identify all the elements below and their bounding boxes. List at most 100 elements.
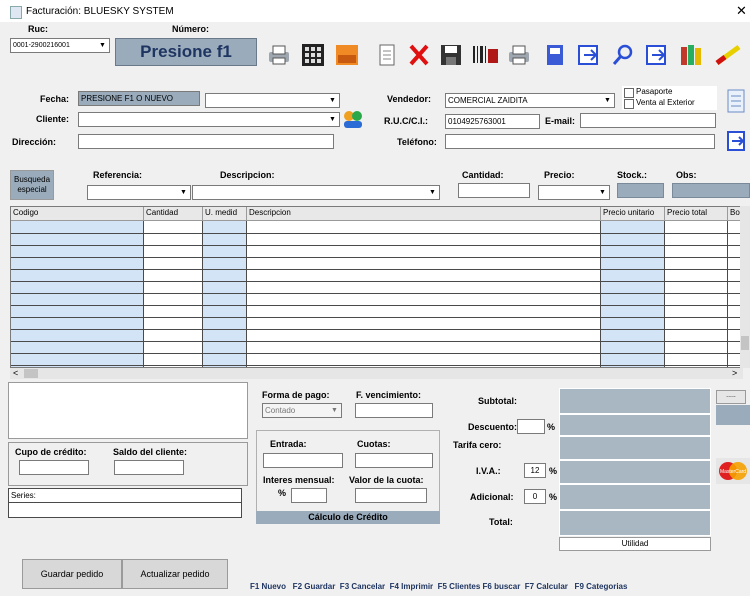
precio-label: Precio: (544, 170, 575, 180)
catalog-icon[interactable] (332, 40, 362, 70)
items-grid[interactable]: Codigo Cantidad U. medid Descripcion Pre… (10, 206, 743, 368)
notes-area[interactable] (8, 382, 248, 439)
mastercard-icon[interactable]: MasterCard (716, 458, 750, 484)
vendedor-select[interactable]: COMERCIAL ZAIDITA ▼ (445, 93, 615, 108)
guardar-pedido-button[interactable]: Guardar pedido (22, 559, 122, 589)
ruc-select[interactable]: 0001-2900216001 ▼ (10, 38, 110, 53)
credit-calc-panel: Entrada: Cuotas: Interes mensual: % Valo… (256, 430, 440, 524)
edit-arrow-icon[interactable] (574, 40, 604, 70)
precio-select[interactable]: ▼ (538, 185, 610, 200)
table-row[interactable] (11, 341, 742, 342)
precio-unitario-column (600, 221, 664, 367)
search-icon[interactable] (608, 40, 638, 70)
notes-icon[interactable] (726, 88, 746, 114)
delete-icon[interactable] (404, 40, 434, 70)
tarifa-cero-label: Tarifa cero: (453, 440, 502, 450)
vencimiento-label: F. vencimiento: (356, 390, 422, 400)
table-row[interactable] (11, 245, 742, 246)
col-codigo[interactable]: Codigo (11, 207, 144, 221)
iva-field[interactable]: 12 (524, 463, 546, 478)
scroll-right-button[interactable]: > (732, 368, 737, 378)
table-row[interactable] (11, 293, 742, 294)
table-row[interactable] (11, 329, 742, 330)
fecha-field[interactable]: PRESIONE F1 O NUEVO (78, 91, 200, 106)
adicional-field[interactable]: 0 (524, 489, 546, 504)
table-row[interactable] (11, 233, 742, 234)
referencia-select[interactable]: ▼ (87, 185, 191, 200)
vertical-scrollbar[interactable] (740, 206, 750, 368)
actualizar-pedido-button[interactable]: Actualizar pedido (122, 559, 228, 589)
col-precio-total[interactable]: Precio total (665, 207, 728, 221)
direccion-field[interactable] (78, 134, 334, 149)
series-panel[interactable]: Series: (8, 488, 242, 518)
table-row[interactable] (11, 353, 742, 354)
entrada-field[interactable] (263, 453, 343, 468)
interes-percent: % (278, 488, 287, 498)
telefono-field[interactable] (445, 134, 715, 149)
printer-icon[interactable] (504, 40, 534, 70)
cantidad-field[interactable] (458, 183, 530, 198)
table-row[interactable] (11, 317, 742, 318)
utilidad-field[interactable]: Utilidad (559, 537, 711, 551)
fecha-select[interactable]: ▼ (205, 93, 340, 108)
table-row[interactable] (11, 305, 742, 306)
cuotas-field[interactable] (355, 453, 433, 468)
barcode-icon[interactable] (470, 40, 500, 70)
mastercard-text: MasterCard (720, 469, 746, 475)
clients-icon[interactable] (342, 109, 364, 129)
col-cantidad[interactable]: Cantidad (144, 207, 203, 221)
cliente-select[interactable]: ▼ (78, 112, 340, 127)
col-descripcion[interactable]: Descripcion (247, 207, 601, 221)
calculo-credito-button[interactable]: Cálculo de Crédito (256, 511, 440, 524)
save-icon[interactable] (436, 40, 466, 70)
vencimiento-field[interactable] (355, 403, 433, 418)
chevron-down-icon: ▼ (599, 189, 606, 196)
cupo-field[interactable] (19, 460, 89, 475)
print-icon[interactable] (264, 40, 294, 70)
document-icon[interactable] (372, 40, 402, 70)
file-icon[interactable] (540, 40, 570, 70)
email-field[interactable] (580, 113, 716, 128)
valor-cuota-field[interactable] (355, 488, 427, 503)
forma-pago-value: Contado (265, 406, 296, 415)
table-row[interactable] (11, 257, 742, 258)
side-small-button[interactable]: ..... (716, 390, 746, 404)
close-button[interactable]: ✕ (736, 3, 747, 19)
venta-exterior-checkbox[interactable] (624, 99, 634, 109)
series-label: Series: (11, 491, 36, 500)
interes-label: Interes mensual: (263, 475, 335, 485)
ruc-label: Ruc: (28, 24, 48, 34)
forma-pago-label: Forma de pago: (262, 390, 330, 400)
forma-pago-select[interactable]: Contado ▼ (262, 403, 342, 418)
iva-percent: % (549, 466, 558, 476)
chevron-down-icon: ▼ (329, 116, 336, 123)
col-umedida[interactable]: U. medid (203, 207, 247, 221)
obs-label: Obs: (676, 170, 697, 180)
descuento-label: Descuento: (468, 422, 518, 432)
horizontal-scrollbar[interactable]: < > (10, 368, 743, 379)
interes-field[interactable] (291, 488, 327, 503)
vertical-scroll-thumb[interactable] (741, 336, 749, 350)
scroll-left-button[interactable]: < (13, 368, 18, 378)
col-precio-unitario[interactable]: Precio unitario (601, 207, 665, 221)
client-export-icon[interactable] (726, 130, 746, 152)
books-icon[interactable] (676, 40, 706, 70)
table-row[interactable] (11, 365, 742, 366)
pasaporte-checkbox[interactable] (624, 88, 634, 98)
numero-button[interactable]: Presione f1 (115, 38, 257, 66)
tarifa-cero-value (559, 436, 711, 460)
busqueda-especial-button[interactable]: Busqueda especial (10, 170, 54, 200)
cantidad-label: Cantidad: (462, 170, 504, 180)
table-row[interactable] (11, 281, 742, 282)
stock-field (617, 183, 664, 198)
descuento-field[interactable] (517, 419, 545, 434)
descripcion-select[interactable]: ▼ (192, 185, 440, 200)
horizontal-scroll-thumb[interactable] (24, 369, 38, 378)
iva-label: I.V.A.: (476, 466, 501, 476)
table-row[interactable] (11, 269, 742, 270)
saldo-field[interactable] (114, 460, 184, 475)
ruc-ci-field[interactable]: 0104925763001 (445, 114, 540, 129)
export-icon[interactable] (642, 40, 672, 70)
calculator-icon[interactable] (298, 40, 328, 70)
exit-icon[interactable] (712, 40, 744, 70)
